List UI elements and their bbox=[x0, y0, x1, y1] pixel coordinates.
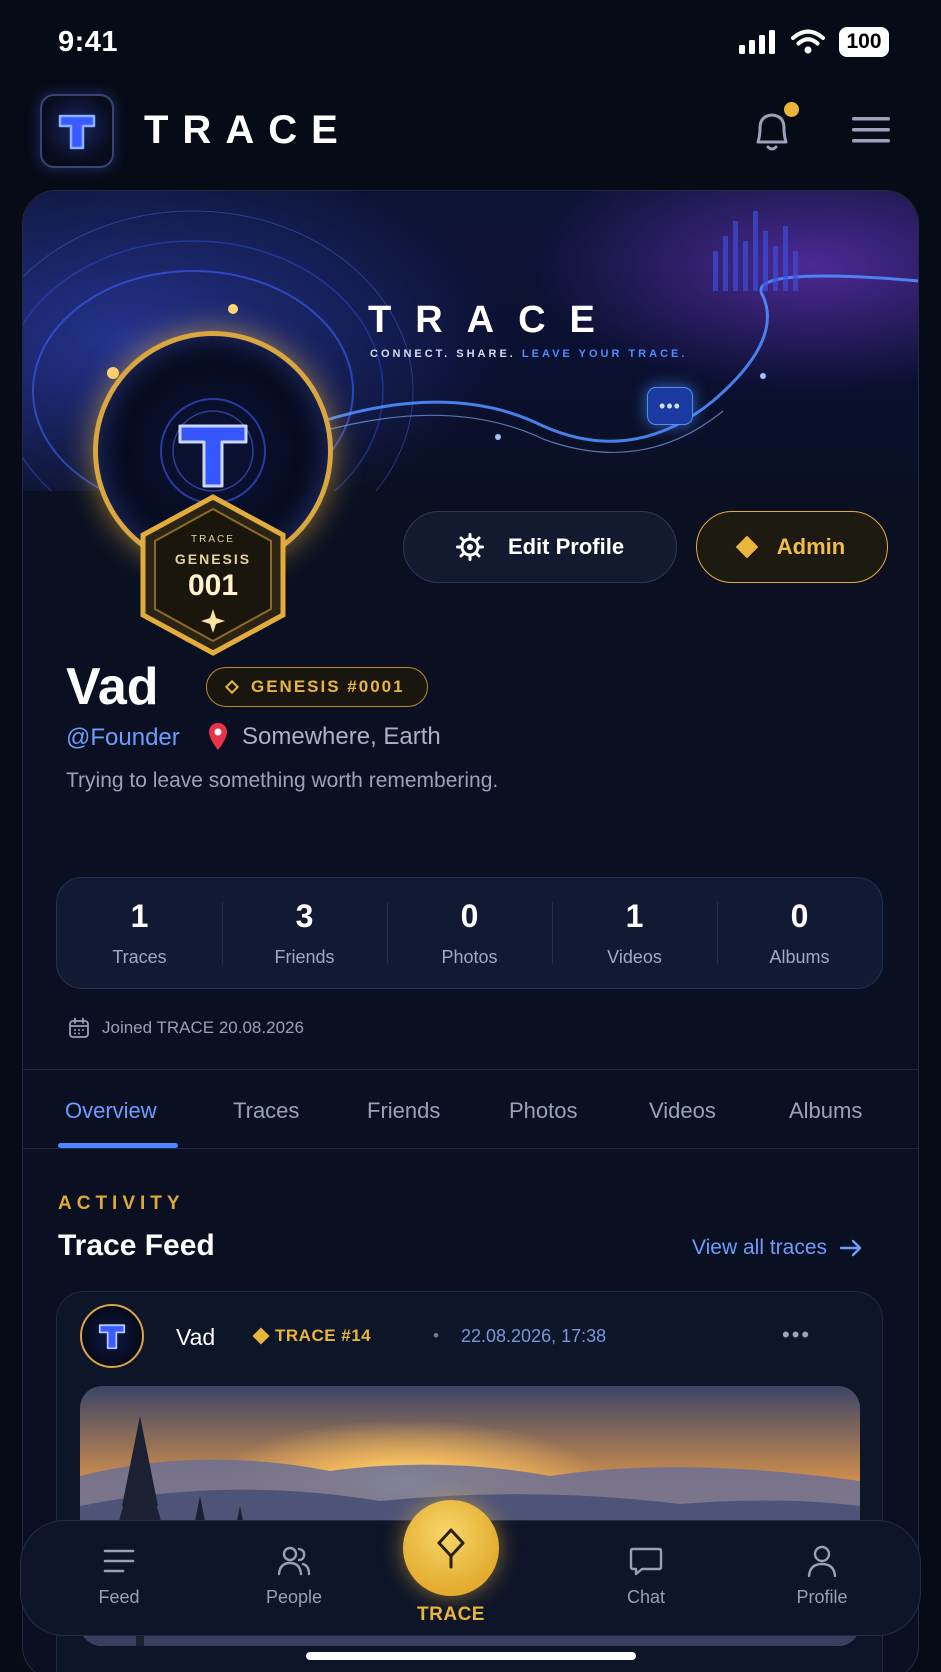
profile-handle[interactable]: @Founder bbox=[66, 724, 180, 752]
stat-value: 0 bbox=[460, 898, 479, 934]
location-pin-icon bbox=[209, 723, 227, 750]
app-header: TRACE bbox=[0, 86, 941, 186]
battery-indicator: 100 bbox=[839, 27, 889, 57]
badge-number: 001 bbox=[187, 569, 239, 602]
stat-friends[interactable]: 3 Friends bbox=[222, 878, 387, 988]
nav-chat[interactable]: Chat bbox=[591, 1543, 701, 1608]
chat-icon bbox=[629, 1547, 663, 1576]
genesis-pill: GENESIS #0001 bbox=[206, 667, 428, 707]
t-avatar-icon bbox=[160, 398, 266, 504]
post-author[interactable]: Vad bbox=[176, 1324, 215, 1351]
hamburger-icon bbox=[852, 117, 890, 143]
stat-label: Photos bbox=[441, 947, 498, 967]
admin-label: Admin bbox=[776, 534, 846, 559]
profile-name: Vad bbox=[66, 658, 159, 716]
badge-genesis-label: GENESIS bbox=[174, 551, 252, 567]
profile-bio: Trying to leave something worth remember… bbox=[66, 769, 499, 792]
user-icon bbox=[807, 1545, 837, 1578]
post-trace-text: TRACE #14 bbox=[275, 1326, 372, 1345]
stat-videos[interactable]: 1 Videos bbox=[552, 878, 717, 988]
badge-small-label: TRACE bbox=[191, 534, 235, 545]
menu-button[interactable] bbox=[850, 113, 892, 147]
trace-pin-icon bbox=[437, 1528, 465, 1569]
post-datetime: 22.08.2026, 17:38 bbox=[461, 1326, 607, 1346]
stat-label: Friends bbox=[274, 947, 335, 967]
nav-chat-label: Chat bbox=[626, 1587, 666, 1607]
nav-people[interactable]: People bbox=[239, 1543, 349, 1608]
arrow-right-icon bbox=[839, 1239, 862, 1257]
chat-bubble-decoration: ••• bbox=[647, 387, 693, 425]
stat-value: 0 bbox=[790, 898, 809, 934]
joined-text: Joined TRACE 20.08.2026 bbox=[102, 1018, 304, 1037]
diamond-outline-icon bbox=[224, 679, 240, 695]
stat-value: 1 bbox=[625, 898, 644, 934]
tab-overview[interactable]: Overview bbox=[65, 1098, 157, 1124]
tab-albums[interactable]: Albums bbox=[789, 1098, 862, 1124]
status-icons: 100 bbox=[739, 27, 889, 57]
status-bar: 9:41 100 bbox=[0, 0, 941, 86]
nav-feed[interactable]: Feed bbox=[64, 1543, 174, 1608]
feed-lines-icon bbox=[103, 1549, 135, 1573]
tagline-text: CONNECT. SHARE. bbox=[370, 348, 522, 360]
stat-label: Videos bbox=[607, 947, 662, 967]
trace-fab-button[interactable] bbox=[403, 1500, 499, 1596]
active-tab-indicator bbox=[58, 1143, 178, 1148]
tagline-highlight: LEAVE YOUR TRACE. bbox=[521, 348, 688, 360]
genesis-pill-label: GENESIS #0001 bbox=[251, 677, 405, 696]
nav-profile[interactable]: Profile bbox=[767, 1543, 877, 1608]
joined-date: Joined TRACE 20.08.2026 bbox=[68, 1017, 304, 1039]
nav-people-label: People bbox=[265, 1587, 323, 1607]
profile-card: TRACE CONNECT. SHARE. LEAVE YOUR TRACE. … bbox=[22, 190, 919, 1672]
post-trace-label: TRACE #14 bbox=[252, 1326, 372, 1346]
cover-title: TRACE bbox=[368, 299, 619, 341]
diamond-icon bbox=[735, 535, 759, 559]
stat-albums[interactable]: 0 Albums bbox=[717, 878, 882, 988]
stat-value: 3 bbox=[295, 898, 314, 934]
tab-videos[interactable]: Videos bbox=[649, 1098, 716, 1124]
trace-fab-label: TRACE bbox=[417, 1604, 485, 1625]
t-logo-icon bbox=[58, 114, 96, 150]
view-all-label: View all traces bbox=[692, 1236, 828, 1259]
people-icon bbox=[277, 1546, 311, 1576]
gear-icon bbox=[455, 533, 484, 561]
stat-traces[interactable]: 1 Traces bbox=[57, 878, 222, 988]
section-title: Trace Feed bbox=[58, 1229, 215, 1262]
nav-feed-label: Feed bbox=[98, 1587, 140, 1607]
edit-profile-button[interactable]: Edit Profile bbox=[403, 511, 677, 583]
post-separator: • bbox=[433, 1326, 439, 1345]
post-avatar[interactable] bbox=[80, 1304, 144, 1368]
cover-tagline: CONNECT. SHARE. LEAVE YOUR TRACE. bbox=[370, 348, 687, 360]
profile-tabs: Overview Traces Friends Photos Videos Al… bbox=[23, 1069, 918, 1149]
diamond-icon bbox=[252, 1327, 270, 1345]
stat-value: 1 bbox=[130, 898, 149, 934]
tab-photos[interactable]: Photos bbox=[509, 1098, 578, 1124]
status-time: 9:41 bbox=[58, 26, 119, 58]
post-more-button[interactable]: ••• bbox=[782, 1322, 811, 1348]
home-indicator bbox=[306, 1652, 636, 1660]
nav-profile-label: Profile bbox=[796, 1587, 848, 1607]
signal-icon bbox=[739, 30, 775, 54]
notification-dot bbox=[784, 102, 799, 117]
tab-friends[interactable]: Friends bbox=[367, 1098, 440, 1124]
stat-photos[interactable]: 0 Photos bbox=[387, 878, 552, 988]
admin-button[interactable]: Admin bbox=[696, 511, 888, 583]
section-eyebrow: ACTIVITY bbox=[58, 1193, 185, 1214]
view-all-traces-link[interactable]: View all traces bbox=[692, 1236, 863, 1260]
stat-label: Traces bbox=[112, 947, 167, 967]
calendar-icon bbox=[69, 1017, 89, 1038]
wifi-icon bbox=[791, 29, 825, 54]
genesis-badge: TRACE GENESIS 001 bbox=[135, 491, 291, 659]
app-title: TRACE bbox=[144, 108, 352, 152]
t-logo-icon bbox=[98, 1324, 126, 1350]
tab-traces[interactable]: Traces bbox=[233, 1098, 299, 1124]
location-text: Somewhere, Earth bbox=[242, 723, 441, 750]
app-logo[interactable] bbox=[40, 94, 114, 168]
stat-label: Albums bbox=[769, 947, 830, 967]
stats-box: 1 Traces 3 Friends 0 Photos 1 Videos 0 A… bbox=[56, 877, 883, 989]
profile-location: Somewhere, Earth bbox=[208, 723, 441, 751]
edit-profile-label: Edit Profile bbox=[507, 534, 625, 559]
